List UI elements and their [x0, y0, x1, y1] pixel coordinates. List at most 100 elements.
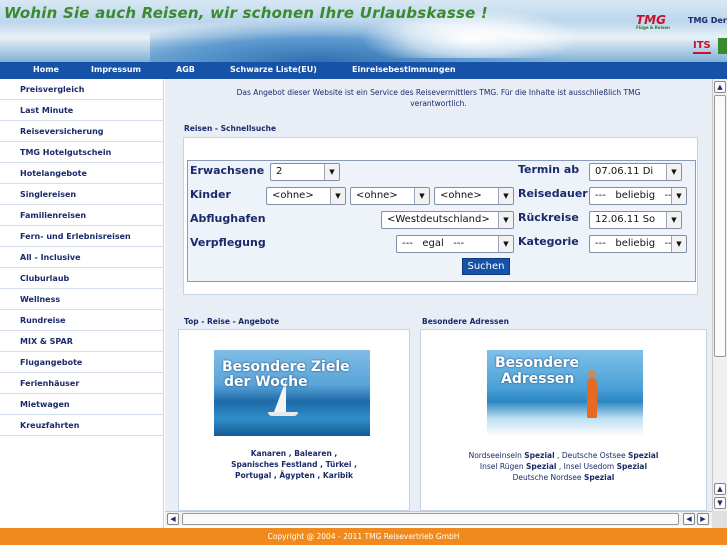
horizontal-scroll-thumb[interactable] [182, 513, 679, 525]
chevron-down-icon: ▼ [671, 236, 686, 252]
chevron-down-icon: ▼ [666, 212, 681, 228]
destination-line[interactable]: Portugal , Ägypten , Karibik [179, 470, 409, 481]
site-slogan: Wohin Sie auch Reisen, wir schonen Ihre … [4, 4, 488, 22]
special-addresses-list: Nordseeinseln Spezial , Deutsche Ostsee … [421, 450, 706, 483]
sidebar-item-rundreise[interactable]: Rundreise [0, 310, 163, 331]
image-caption: Besondere [495, 355, 579, 371]
special-label[interactable]: Spezial [628, 451, 658, 460]
its-logo[interactable]: ITS [693, 40, 711, 54]
chevron-down-icon: ▼ [498, 236, 513, 252]
sidebar: Preisvergleich Last Minute Reiseversiche… [0, 79, 164, 528]
sidebar-item-ferienhaeuser[interactable]: Ferienhäuser [0, 373, 163, 394]
chevron-down-icon: ▼ [414, 188, 429, 204]
notice-line: verantwortlich. [410, 99, 467, 108]
termin-select[interactable]: 07.06.11 Di ▼ [589, 163, 682, 181]
chevron-down-icon: ▼ [671, 188, 686, 204]
chevron-down-icon: ▼ [666, 164, 681, 180]
label-reisedauer: Reisedauer [518, 187, 588, 200]
kind1-select[interactable]: <ohne> ▼ [266, 187, 346, 205]
destination-line[interactable]: Kanaren , Balearen , [179, 448, 409, 459]
top-offers-image[interactable]: Besondere Ziele der Woche [214, 350, 370, 436]
sidebar-item-flugangebote[interactable]: Flugangebote [0, 352, 163, 373]
sidebar-item-reiseversicherung[interactable]: Reiseversicherung [0, 121, 163, 142]
sidebar-item-hotelangebote[interactable]: Hotelangebote [0, 163, 163, 184]
vertical-scrollbar[interactable]: ▲ ▲ ▼ [712, 79, 727, 511]
search-form: Erwachsene Kinder Abflughafen Verpflegun… [187, 160, 696, 282]
nav-schwarze-liste[interactable]: Schwarze Liste(EU) [230, 65, 317, 74]
special-line: Insel Rügen Spezial , Insel Usedom Spezi… [421, 461, 706, 472]
top-offers-destinations: Kanaren , Balearen , Spanisches Festland… [179, 448, 409, 481]
reisedauer-select[interactable]: --- beliebig --- ▼ [589, 187, 687, 205]
rueckreise-select[interactable]: 12.06.11 So ▼ [589, 211, 682, 229]
sidebar-item-mietwagen[interactable]: Mietwagen [0, 394, 163, 415]
tmg-logo[interactable]: TMG Flüge & Reisen [636, 13, 670, 30]
nav-home[interactable]: Home [33, 65, 59, 74]
sidebar-item-last-minute[interactable]: Last Minute [0, 100, 163, 121]
sidebar-item-wellness[interactable]: Wellness [0, 289, 163, 310]
nav-impressum[interactable]: Impressum [91, 65, 141, 74]
special-link[interactable]: , Insel Usedom [556, 462, 616, 471]
label-termin: Termin ab [518, 163, 580, 176]
kind3-select[interactable]: <ohne> ▼ [434, 187, 514, 205]
special-addresses-panel: Besondere Adressen Nordseeinseln Spezial… [420, 329, 707, 511]
sidebar-item-preisvergleich[interactable]: Preisvergleich [0, 79, 163, 100]
special-link[interactable]: , Deutsche Ostsee [555, 451, 628, 460]
label-erwachsene: Erwachsene [190, 164, 265, 177]
sidebar-item-kreuzfahrten[interactable]: Kreuzfahrten [0, 415, 163, 436]
chevron-down-icon: ▼ [498, 188, 513, 204]
special-label[interactable]: Spezial [584, 473, 614, 482]
special-addresses-image[interactable]: Besondere Adressen [487, 350, 643, 436]
abflughafen-select[interactable]: <Westdeutschland> ▼ [381, 211, 514, 229]
label-verpflegung: Verpflegung [190, 236, 266, 249]
image-caption: der Woche [224, 374, 308, 390]
special-link[interactable]: Insel Rügen [480, 462, 526, 471]
main-content: Das Angebot dieser Website ist ein Servi… [165, 79, 712, 511]
scroll-left-icon[interactable]: ◀ [683, 513, 695, 525]
special-label[interactable]: Spezial [524, 451, 554, 460]
person-figure [587, 378, 597, 418]
special-link[interactable]: Nordseeinseln [469, 451, 525, 460]
sidebar-item-singlereisen[interactable]: Singlereisen [0, 184, 163, 205]
boat-hull [268, 412, 298, 416]
scrollbar-corner [712, 511, 727, 528]
search-button[interactable]: Suchen [462, 258, 510, 275]
scroll-down-icon[interactable]: ▼ [714, 497, 726, 509]
special-label[interactable]: Spezial [526, 462, 556, 471]
erwachsene-select[interactable]: 2 ▼ [270, 163, 340, 181]
special-line: Deutsche Nordsee Spezial [421, 472, 706, 483]
label-rueckreise: Rückreise [518, 211, 579, 224]
verpflegung-select[interactable]: --- egal --- ▼ [396, 235, 514, 253]
kategorie-select[interactable]: --- beliebig --- ▼ [589, 235, 687, 253]
partner-logo[interactable] [718, 38, 727, 54]
chevron-down-icon: ▼ [324, 164, 339, 180]
top-offers-panel: Besondere Ziele der Woche Kanaren , Bale… [178, 329, 410, 511]
sidebar-item-familienreisen[interactable]: Familienreisen [0, 205, 163, 226]
sidebar-item-cluburlaub[interactable]: Cluburlaub [0, 268, 163, 289]
header-banner: Wohin Sie auch Reisen, wir schonen Ihre … [0, 0, 727, 62]
scroll-left-icon[interactable]: ◀ [167, 513, 179, 525]
notice-line: Das Angebot dieser Website ist ein Servi… [236, 88, 641, 97]
vertical-scroll-thumb[interactable] [714, 95, 726, 357]
destination-line[interactable]: Spanisches Festland , Türkei , [179, 459, 409, 470]
sidebar-item-hotelgutschein[interactable]: TMG Hotelgutschein [0, 142, 163, 163]
sidebar-item-all-inclusive[interactable]: All - Inclusive [0, 247, 163, 268]
special-addresses-title: Besondere Adressen [422, 317, 509, 326]
special-label[interactable]: Spezial [617, 462, 647, 471]
special-link[interactable]: Deutsche Nordsee [513, 473, 584, 482]
nav-einreisebestimmungen[interactable]: Einreisebestimmungen [352, 65, 456, 74]
special-line: Nordseeinseln Spezial , Deutsche Ostsee … [421, 450, 706, 461]
sidebar-item-fernreisen[interactable]: Fern- und Erlebnisreisen [0, 226, 163, 247]
horizontal-scrollbar[interactable]: ◀ ◀ ▶ [165, 511, 712, 526]
image-caption: Adressen [501, 371, 575, 387]
footer: Copyright @ 2004 - 2011 TMG Reisevertrie… [0, 528, 727, 545]
scroll-up-icon[interactable]: ▲ [714, 81, 726, 93]
kind2-select[interactable]: <ohne> ▼ [350, 187, 430, 205]
person-head [588, 370, 596, 378]
scroll-up-icon[interactable]: ▲ [714, 483, 726, 495]
scroll-right-icon[interactable]: ▶ [697, 513, 709, 525]
nav-agb[interactable]: AGB [176, 65, 195, 74]
tmg-der-link[interactable]: TMG Der [688, 16, 727, 25]
sidebar-item-mix-spar[interactable]: MIX & SPAR [0, 331, 163, 352]
chevron-down-icon: ▼ [330, 188, 345, 204]
chevron-down-icon: ▼ [498, 212, 513, 228]
